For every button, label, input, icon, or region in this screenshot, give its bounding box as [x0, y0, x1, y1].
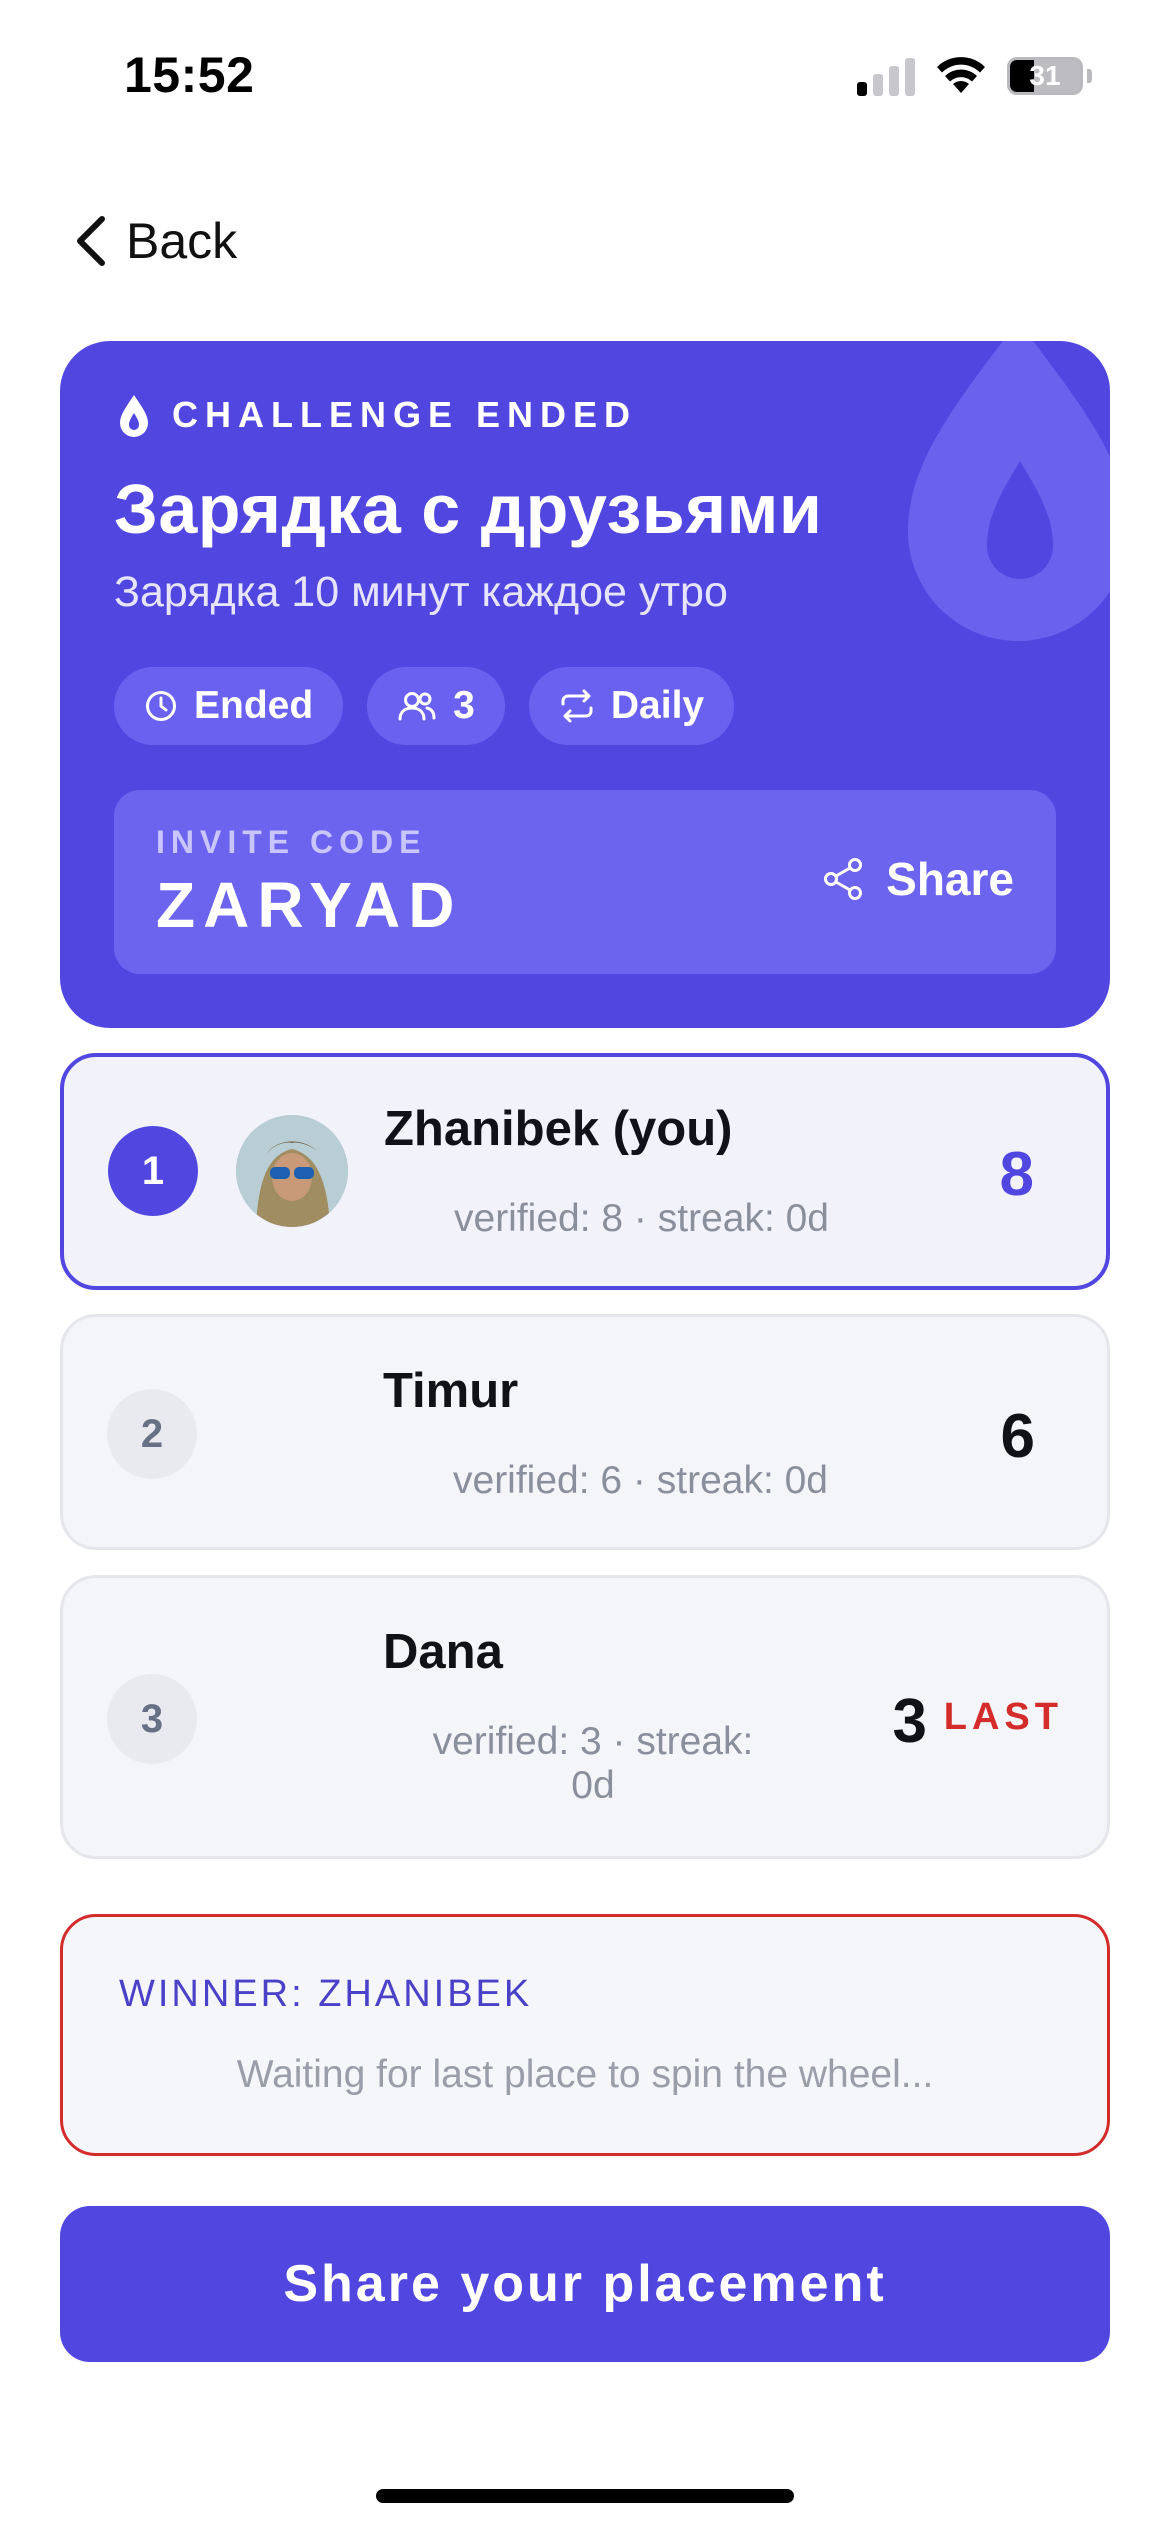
participants-count: 3 [453, 684, 475, 727]
challenge-title: Зарядка с друзьями [114, 470, 823, 548]
rank-badge: 1 [108, 1126, 198, 1216]
winner-label: WINNER: ZHANIBEK [119, 1973, 533, 2015]
invite-code-label: INVITE CODE [156, 824, 427, 860]
participant-score: 3 [892, 1687, 927, 1756]
participant-name: Zhanibek (you) [384, 1102, 733, 1156]
participant-meta: verified: 3 · streak: 0d [403, 1720, 783, 1808]
challenge-results-screen: 15:52 31 Back CHALLENGE ENDED Зарядка с … [0, 0, 1170, 2532]
share-invite-button[interactable]: Share [822, 852, 1014, 906]
invite-code-value: ZARYAD [156, 869, 463, 941]
back-button[interactable]: Back [74, 212, 237, 270]
avatar-photo [236, 1115, 348, 1227]
battery-icon: 31 [1007, 57, 1083, 95]
avatar [236, 1115, 348, 1227]
leaderboard-row-1[interactable]: 1 Zhanibek (you) verified: 8 · streak: 0… [60, 1053, 1110, 1290]
flame-icon [120, 395, 148, 437]
participants-chip: 3 [367, 667, 505, 745]
participant-score: 8 [999, 1140, 1034, 1209]
leaderboard-row-3[interactable]: 3 Dana verified: 3 · streak: 0d 3 LAST [60, 1575, 1110, 1859]
repeat-icon [561, 689, 593, 723]
rank-badge: 2 [107, 1389, 197, 1479]
invite-code-panel: INVITE CODE ZARYAD Share [114, 790, 1056, 974]
wifi-icon [937, 57, 985, 93]
clock-icon [146, 691, 176, 721]
back-label: Back [126, 213, 238, 269]
frequency-label: Daily [610, 684, 705, 727]
participant-name: Timur [383, 1364, 519, 1418]
share-icon [824, 858, 863, 900]
result-panel: WINNER: ZHANIBEK Waiting for last place … [60, 1914, 1110, 2156]
share-invite-label: Share [886, 853, 1014, 905]
cellular-signal-icon [857, 56, 915, 96]
chevron-left-icon [77, 216, 105, 266]
status-indicators: 31 [857, 56, 1092, 96]
frequency-chip: Daily [528, 667, 735, 745]
challenge-chips: Ended 3 Daily [114, 667, 735, 745]
challenge-status-eyebrow: CHALLENGE ENDED [118, 393, 637, 437]
participant-name: Dana [383, 1625, 503, 1679]
participant-meta: verified: 6 · streak: 0d [453, 1459, 828, 1502]
status-chip-label: Ended [194, 684, 314, 727]
challenge-subtitle: Зарядка 10 минут каждое утро [114, 568, 728, 616]
rank-badge: 3 [107, 1674, 197, 1764]
status-time: 15:52 [124, 47, 255, 103]
status-chip: Ended [114, 667, 344, 745]
eyebrow-text: CHALLENGE ENDED [172, 394, 638, 435]
participant-meta: verified: 8 · streak: 0d [454, 1197, 829, 1240]
participant-meta-line1: verified: 3 · streak: [432, 1720, 754, 1763]
last-place-badge: LAST [943, 1696, 1063, 1738]
users-icon [398, 692, 436, 721]
battery-cap [1087, 69, 1092, 83]
home-indicator [376, 2489, 794, 2503]
flame-watermark-icon [908, 341, 1110, 641]
wheel-status-text: Waiting for last place to spin the wheel… [236, 2053, 934, 2096]
share-placement-button[interactable]: Share your placement [60, 2206, 1110, 2362]
battery-level: 31 [1029, 60, 1061, 91]
participant-meta-line2: 0d [571, 1764, 615, 1807]
participant-score: 6 [1000, 1402, 1035, 1471]
leaderboard-row-2[interactable]: 2 Timur verified: 6 · streak: 0d 6 [60, 1314, 1110, 1550]
challenge-hero-card: CHALLENGE ENDED Зарядка с друзьями Заряд… [60, 341, 1110, 1028]
